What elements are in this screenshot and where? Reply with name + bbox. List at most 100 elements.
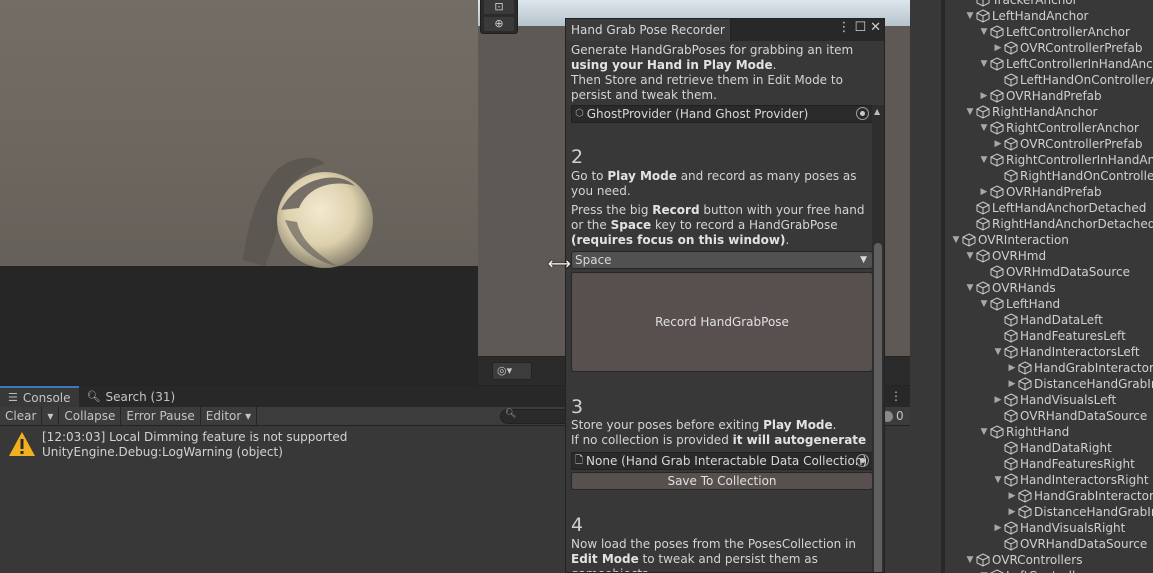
hierarchy-item[interactable]: ▶ HandGrabInteractor (1006, 488, 1153, 504)
hierarchy-item[interactable]: ▶ HandGrabInteractor (1006, 360, 1153, 376)
maximize-icon[interactable]: ☐ (854, 20, 866, 35)
hierarchy-item[interactable]: ▼ LeftControllerAnchor (978, 24, 1130, 40)
scene-view[interactable] (0, 0, 478, 385)
hierarchy-item-label: LeftHandAnchor (992, 9, 1089, 23)
collapse-arrow-icon[interactable]: ▶ (992, 392, 1004, 408)
hierarchy-item[interactable]: OVRHandDataSource (992, 408, 1147, 424)
hierarchy-item[interactable]: HandFeaturesLeft (992, 328, 1126, 344)
collapse-arrow-icon[interactable]: ▶ (1006, 376, 1018, 392)
hierarchy-item[interactable]: HandDataLeft (992, 312, 1103, 328)
hierarchy-item[interactable]: ▼ LeftControllerInHandAnchor (978, 56, 1153, 72)
hierarchy-item[interactable]: ▶ OVRHandPrefab (978, 88, 1102, 104)
recorder-scrollbar[interactable]: ▲ (872, 105, 884, 572)
expand-arrow-icon[interactable]: ▼ (978, 568, 990, 573)
hierarchy-item[interactable]: ▼ OVRHmd (964, 248, 1047, 264)
expand-arrow-icon[interactable]: ▼ (964, 8, 976, 24)
hierarchy-item[interactable]: ▼ RightControllerInHandAnchor (978, 152, 1153, 168)
ghost-hand-sphere[interactable] (225, 150, 385, 270)
hierarchy-item-label: OVRHandDataSource (1020, 537, 1148, 551)
expand-arrow-icon[interactable]: ▼ (964, 104, 976, 120)
hierarchy-item[interactable]: HandFeaturesRight (992, 456, 1135, 472)
collapse-toggle[interactable]: Collapse (59, 406, 122, 426)
hierarchy-item-label: OVRControllerPrefab (1020, 41, 1143, 55)
tab-label: Search (31) (105, 389, 176, 404)
hierarchy-item[interactable]: ▼ OVRControllers (964, 552, 1083, 568)
collapse-arrow-icon[interactable]: ▶ (992, 40, 1004, 56)
hierarchy-item[interactable]: ▼ OVRHands (964, 280, 1056, 296)
editor-dropdown[interactable]: Editor ▾ (201, 406, 258, 426)
expand-arrow-icon[interactable]: ▼ (978, 24, 990, 40)
hierarchy-item[interactable]: ▼ RightHandAnchor (964, 104, 1098, 120)
expand-arrow-icon[interactable]: ▼ (992, 472, 1004, 488)
expand-arrow-icon[interactable]: ▼ (964, 552, 976, 568)
warning-icon (9, 432, 35, 456)
hierarchy-item[interactable]: ▼ HandInteractorsLeft (992, 344, 1140, 360)
kebab-menu-icon[interactable]: ⋮ (890, 389, 902, 403)
hierarchy-item[interactable]: ▼ OVRInteraction (950, 232, 1069, 248)
warning-count-badge[interactable]: 0 (882, 409, 904, 423)
hierarchy-item[interactable]: ▶ HandVisualsLeft (992, 392, 1117, 408)
console-icon: ☰ (8, 391, 18, 404)
text-part: Now load the poses from the PosesCollect… (571, 537, 856, 551)
expand-arrow-icon[interactable]: ▼ (978, 152, 990, 168)
save-to-collection-button[interactable]: Save To Collection (571, 472, 873, 490)
scrollbar-thumb[interactable] (874, 243, 882, 572)
dropdown-value: Space (575, 253, 612, 267)
hierarchy-item[interactable]: ▶ HandVisualsRight (992, 520, 1126, 536)
window-title-tab[interactable]: Hand Grab Pose Recorder (566, 19, 731, 41)
hierarchy-item[interactable]: ▼ LeftHandAnchor (964, 8, 1089, 24)
record-key-dropdown[interactable]: Space ▼ (571, 251, 873, 269)
collapse-arrow-icon[interactable]: ▶ (1006, 504, 1018, 520)
hierarchy-item[interactable]: ▶ DistanceHandGrabInteractor (1006, 504, 1153, 520)
object-picker-icon[interactable] (856, 454, 869, 467)
expand-arrow-icon[interactable]: ▼ (964, 248, 976, 264)
hierarchy-item[interactable]: LeftHandAnchorDetached (964, 200, 1146, 216)
hierarchy-item[interactable]: OVRHandDataSource (992, 536, 1147, 552)
error-pause-toggle[interactable]: Error Pause (121, 406, 201, 426)
hierarchy-item[interactable]: ▶ DistanceHandGrabInteractor (1006, 376, 1153, 392)
collapse-arrow-icon[interactable]: ▶ (978, 88, 990, 104)
transform-tool-icon[interactable]: ⊕ (484, 17, 514, 31)
hierarchy-item[interactable]: TrackerAnchor (964, 0, 1078, 8)
hierarchy-item[interactable]: ▶ OVRControllerPrefab (992, 136, 1143, 152)
hierarchy-item[interactable]: ▶ OVRHandPrefab (978, 184, 1102, 200)
object-picker-icon[interactable] (856, 107, 869, 120)
clear-button[interactable]: Clear (0, 406, 43, 426)
kebab-menu-icon[interactable]: ⋮ (837, 20, 850, 35)
expand-arrow-icon[interactable]: ▼ (978, 56, 990, 72)
collapse-arrow-icon[interactable]: ▶ (978, 184, 990, 200)
collapse-arrow-icon[interactable]: ▶ (1006, 488, 1018, 504)
ghost-provider-field[interactable]: ⬡ GhostProvider (Hand Ghost Provider) (571, 105, 873, 123)
expand-arrow-icon[interactable]: ▼ (978, 424, 990, 440)
collapse-arrow-icon[interactable]: ▶ (992, 136, 1004, 152)
hierarchy-item[interactable]: ▼ LeftController (978, 568, 1088, 573)
hierarchy-item[interactable]: RightHandAnchorDetached (964, 216, 1153, 232)
collapse-arrow-icon[interactable]: ▶ (1006, 360, 1018, 376)
expand-arrow-icon[interactable]: ▼ (992, 344, 1004, 360)
record-handgrabpose-button[interactable]: Record HandGrabPose (571, 272, 873, 372)
tab-search[interactable]: 🔍︎ Search (31) (79, 386, 184, 407)
tab-console[interactable]: ☰ Console (0, 386, 79, 407)
scroll-up-icon[interactable]: ▲ (874, 107, 880, 116)
expand-arrow-icon[interactable]: ▼ (978, 120, 990, 136)
console-search-input[interactable]: 🔍︎ (500, 409, 570, 424)
hierarchy-item[interactable]: ▼ HandInteractorsRight (992, 472, 1149, 488)
clear-options-dropdown[interactable]: ▾ (42, 406, 60, 426)
hierarchy-item[interactable]: ▼ RightHand (978, 424, 1070, 440)
collapse-arrow-icon[interactable]: ▶ (992, 520, 1004, 536)
poses-collection-field[interactable]: 🗋 None (Hand Grab Interactable Data Coll… (571, 452, 873, 470)
hierarchy-item[interactable]: RightHandOnControllerAnchor (992, 168, 1153, 184)
hierarchy-item[interactable]: ▼ LeftHand (978, 296, 1061, 312)
hierarchy-item[interactable]: LeftHandOnControllerAnchor (992, 72, 1153, 88)
hierarchy-item[interactable]: HandDataRight (992, 440, 1112, 456)
expand-arrow-icon[interactable]: ▼ (978, 296, 990, 312)
expand-arrow-icon[interactable]: ▼ (964, 280, 976, 296)
log-entry[interactable]: [12:03:03] Local Dimming feature is not … (8, 430, 347, 460)
gizmo-dropdown[interactable]: ◎▾ (492, 362, 532, 380)
hierarchy-item[interactable]: ▼ RightControllerAnchor (978, 120, 1139, 136)
close-icon[interactable]: ✕ (870, 20, 881, 35)
hierarchy-item[interactable]: ▶ OVRControllerPrefab (992, 40, 1143, 56)
expand-arrow-icon[interactable]: ▼ (950, 232, 962, 248)
hierarchy-item[interactable]: OVRHmdDataSource (978, 264, 1130, 280)
rect-tool-icon[interactable]: ⊡ (484, 0, 514, 14)
